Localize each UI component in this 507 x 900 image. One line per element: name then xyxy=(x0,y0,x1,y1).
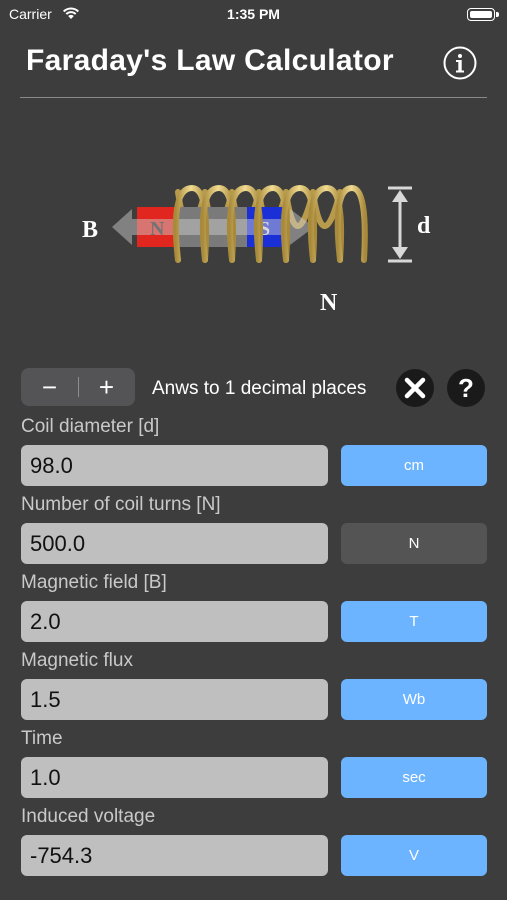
status-bar: Carrier 1:35 PM xyxy=(0,0,507,30)
header-divider xyxy=(20,97,487,98)
close-icon xyxy=(404,377,426,399)
field-input[interactable]: 500.0 xyxy=(21,523,328,564)
decimal-stepper[interactable]: − + xyxy=(21,368,135,406)
field-input[interactable]: 98.0 xyxy=(21,445,328,486)
field-label: Coil diameter [d] xyxy=(21,416,160,437)
help-button[interactable]: ? xyxy=(447,369,485,407)
info-icon[interactable] xyxy=(443,46,477,80)
unit-button[interactable]: cm xyxy=(341,445,487,486)
field-label: Induced voltage xyxy=(21,806,156,827)
coil-diagram: N S B xyxy=(82,184,431,368)
calculator-screen: Carrier 1:35 PM Faraday's Law Calculator xyxy=(0,0,507,900)
diameter-marker xyxy=(388,186,412,263)
field-input[interactable]: 1.5 xyxy=(21,679,328,720)
increment-button[interactable]: + xyxy=(78,368,135,406)
field-label: Time xyxy=(21,728,63,749)
clear-button[interactable] xyxy=(396,369,434,407)
field-label: Magnetic field [B] xyxy=(21,572,167,593)
field-label: Magnetic flux xyxy=(21,650,133,671)
label-d: d xyxy=(417,213,431,239)
decrement-button[interactable]: − xyxy=(21,368,78,406)
status-time: 1:35 PM xyxy=(227,6,280,22)
field-input[interactable]: -754.3 xyxy=(21,835,328,876)
unit-button[interactable]: V xyxy=(341,835,487,876)
field-input[interactable]: 1.0 xyxy=(21,757,328,798)
label-n: N xyxy=(320,290,338,316)
battery-icon xyxy=(467,8,499,21)
unit-button[interactable]: T xyxy=(341,601,487,642)
field-label: Number of coil turns [N] xyxy=(21,494,221,515)
unit-button[interactable]: N xyxy=(341,523,487,564)
field-input[interactable]: 2.0 xyxy=(21,601,328,642)
label-b: B xyxy=(82,217,98,243)
unit-button[interactable]: Wb xyxy=(341,679,487,720)
unit-button[interactable]: sec xyxy=(341,757,487,798)
page-title: Faraday's Law Calculator xyxy=(26,44,394,77)
decimal-places-label: Anws to 1 decimal places xyxy=(152,378,367,399)
